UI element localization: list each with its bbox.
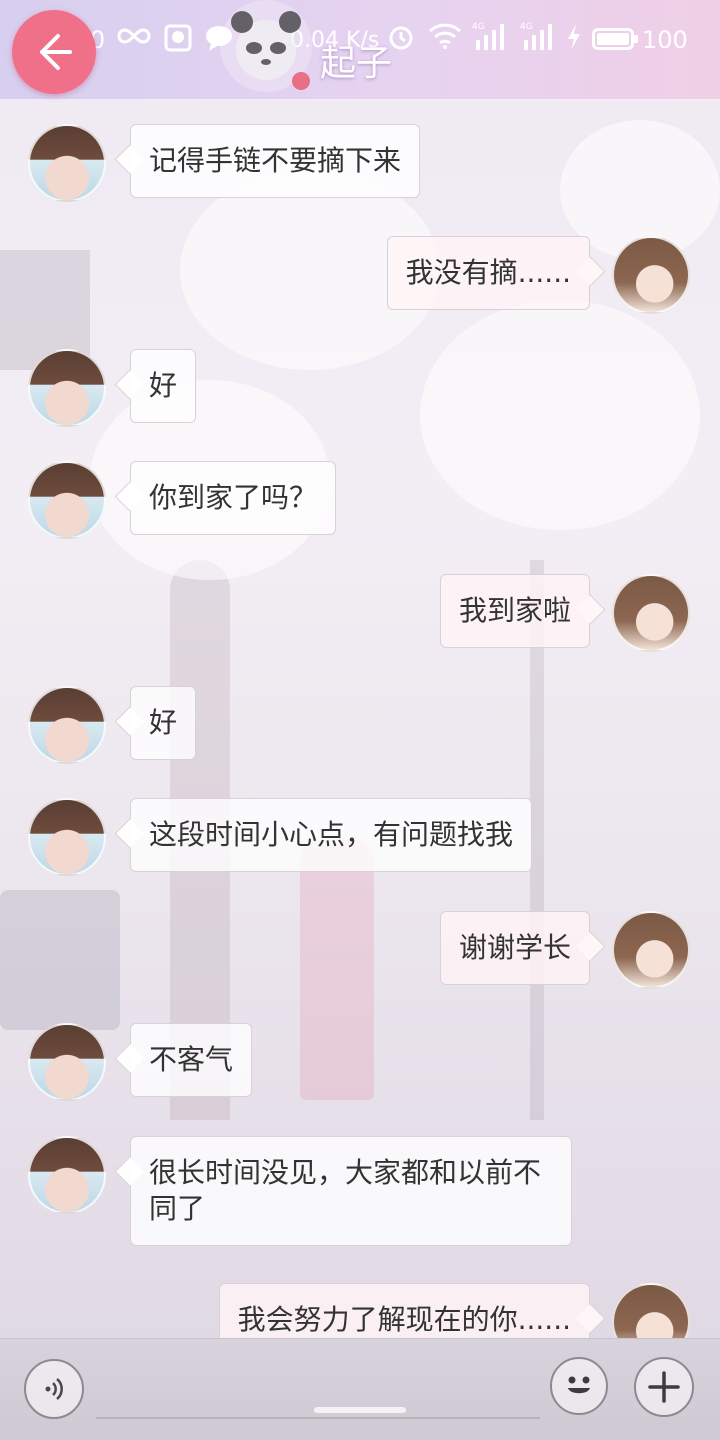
- notification-app-icon: [164, 24, 192, 52]
- input-bar: [0, 1338, 720, 1440]
- sender-avatar[interactable]: [28, 124, 106, 202]
- self-avatar[interactable]: [612, 911, 690, 989]
- message-bubble[interactable]: 我会努力了解现在的你......: [218, 1283, 590, 1340]
- message-bubble[interactable]: 你到家了吗？: [130, 461, 337, 535]
- unread-dot: [292, 72, 310, 90]
- message-bubble[interactable]: 我没有摘......: [386, 236, 590, 310]
- sender-avatar[interactable]: [28, 1136, 106, 1214]
- chat-header: 06:10 0.04 K/s 4G 4G 100: [0, 0, 720, 100]
- emoji-icon: [568, 1376, 590, 1394]
- sender-avatar[interactable]: [28, 1023, 106, 1101]
- message-bubble[interactable]: 谢谢学长: [439, 911, 590, 985]
- infinity-icon: [116, 24, 152, 48]
- cell-signal-icon-2: 4G: [520, 20, 558, 52]
- chat-title: 起子: [320, 43, 393, 84]
- message-bubble[interactable]: 不客气: [130, 1023, 253, 1097]
- sender-avatar[interactable]: [28, 686, 106, 764]
- home-indicator[interactable]: [314, 1407, 406, 1413]
- message-bubble[interactable]: 好: [130, 686, 197, 760]
- voice-button[interactable]: [24, 1359, 84, 1419]
- sender-avatar[interactable]: [28, 461, 106, 539]
- battery-icon: [592, 28, 638, 50]
- self-avatar[interactable]: [612, 236, 690, 314]
- plus-button[interactable]: [634, 1357, 694, 1417]
- svg-text:4G: 4G: [472, 22, 485, 32]
- sender-avatar[interactable]: [28, 798, 106, 876]
- message-bubble[interactable]: 这段时间小心点，有问题找我: [130, 798, 533, 872]
- battery-level: 100: [642, 26, 688, 54]
- voice-icon: [45, 1378, 63, 1400]
- self-avatar[interactable]: [612, 1283, 690, 1340]
- sender-avatar[interactable]: [28, 349, 106, 427]
- plus-icon: [648, 1371, 680, 1403]
- message-input[interactable]: [96, 1417, 540, 1419]
- self-avatar[interactable]: [612, 574, 690, 652]
- svg-text:4G: 4G: [520, 22, 533, 32]
- message-bubble[interactable]: 记得手链不要摘下来: [130, 124, 421, 198]
- cell-signal-icon-1: 4G: [472, 20, 510, 52]
- message-bubble[interactable]: 好: [130, 349, 197, 423]
- wifi-icon: [428, 22, 462, 50]
- message-list[interactable]: 记得手链不要摘下来 我没有摘...... 好 你到家了吗？ 我到家啦 好 这段时…: [0, 100, 720, 1340]
- message-bubble[interactable]: 很长时间没见，大家都和以前不同了: [130, 1136, 572, 1246]
- emoji-button[interactable]: [550, 1357, 608, 1415]
- back-button[interactable]: [12, 10, 96, 94]
- message-bubble[interactable]: 我到家啦: [439, 574, 590, 648]
- back-arrow-icon: [40, 34, 72, 70]
- charging-icon: [566, 24, 582, 50]
